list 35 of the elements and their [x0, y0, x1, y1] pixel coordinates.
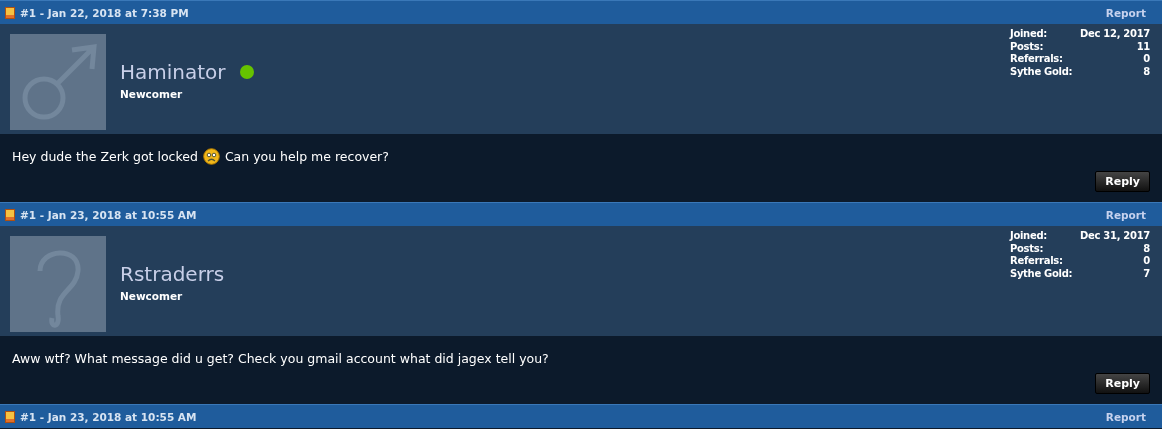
stat-value: 0	[1142, 255, 1150, 268]
post-date: #1 - Jan 23, 2018 at 10:55 AM	[20, 208, 197, 221]
stat-label: Joined:	[1010, 28, 1048, 41]
stat-value: 11	[1135, 40, 1150, 53]
message-text: Can you help me recover?	[224, 148, 389, 164]
stat-value: 8	[1142, 242, 1150, 255]
user-rank: Newcomer	[120, 290, 184, 302]
post-icon	[5, 6, 15, 19]
stat-value: Dec 12, 2017	[1079, 28, 1150, 41]
username[interactable]: Haminator	[120, 60, 226, 84]
report-link[interactable]: Report	[1105, 6, 1146, 19]
stat-value: 7	[1142, 267, 1150, 280]
stat-label: Joined:	[1010, 230, 1048, 243]
message-text: Hey dude the Zerk got locked	[12, 148, 198, 164]
post-icon	[5, 208, 15, 221]
reply-button[interactable]: Reply	[1095, 171, 1150, 192]
stat-label: Posts:	[1010, 242, 1045, 255]
stat-label: Posts:	[1010, 40, 1045, 53]
stat-label: Referrals:	[1010, 53, 1064, 66]
stat-label: Sythe Gold:	[1010, 267, 1073, 280]
post-date: #1 - Jan 23, 2018 at 10:55 AM	[20, 410, 197, 423]
stat-label: Referrals:	[1010, 255, 1064, 268]
message-text: Aww wtf? What message did u get? Check you gmail account what did jagex tell you?	[12, 350, 549, 366]
report-link[interactable]: Report	[1105, 208, 1146, 221]
stat-value: 8	[1142, 65, 1150, 78]
user-rank: Newcomer	[120, 88, 184, 100]
post-date: #1 - Jan 22, 2018 at 7:38 PM	[20, 6, 189, 19]
stat-label: Sythe Gold:	[1010, 65, 1073, 78]
sad-face-icon	[202, 147, 220, 165]
username[interactable]: Rstraderrs	[120, 262, 225, 286]
post-icon	[5, 410, 15, 423]
reply-button[interactable]: Reply	[1095, 373, 1150, 394]
stat-value: Dec 31, 2017	[1079, 230, 1150, 243]
report-link[interactable]: Report	[1105, 410, 1146, 423]
stat-value: 0	[1142, 53, 1150, 66]
